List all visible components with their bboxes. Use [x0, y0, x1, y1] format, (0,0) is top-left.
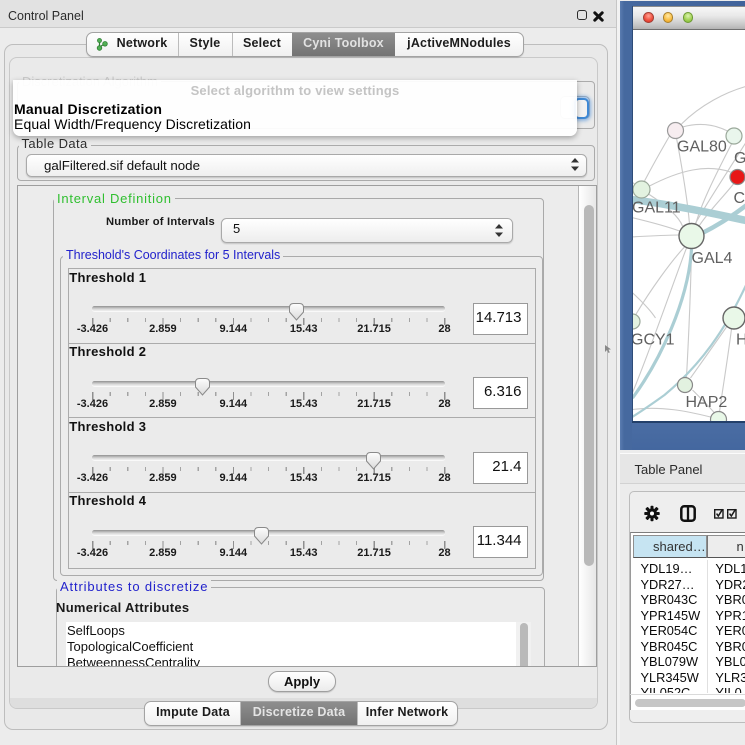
svg-text:GCY1: GCY1	[633, 332, 675, 349]
svg-text:C: C	[733, 190, 745, 207]
svg-text:GAL11: GAL11	[633, 200, 681, 217]
svg-text:HA: HA	[736, 332, 745, 349]
svg-text:GA: GA	[734, 150, 745, 167]
svg-text:GAL4: GAL4	[691, 250, 732, 267]
svg-text:HAP2: HAP2	[685, 394, 727, 411]
svg-text:GAL80: GAL80	[677, 139, 727, 156]
